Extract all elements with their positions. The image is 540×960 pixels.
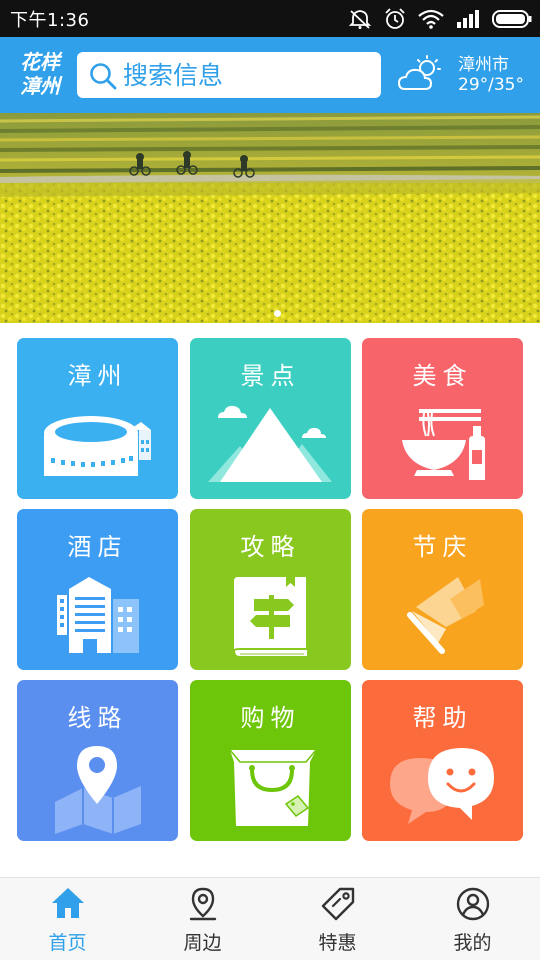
banner-image <box>0 113 540 323</box>
chat-smile-icon <box>390 748 494 824</box>
alarm-icon <box>385 8 405 29</box>
search-icon <box>90 63 117 90</box>
tile-label: 帮助 <box>412 704 473 732</box>
mute-icon <box>348 10 372 29</box>
tile-food[interactable]: 美食 <box>362 338 523 499</box>
tile-hotel[interactable]: 酒店 <box>17 509 178 670</box>
tile-label: 酒店 <box>67 533 128 561</box>
mountain-icon <box>208 405 332 482</box>
tile-zhangzhou[interactable]: 漳州 <box>17 338 178 499</box>
hotel-icon <box>57 577 139 653</box>
tile-festivals[interactable]: 节庆 <box>362 509 523 670</box>
festival-flag-icon <box>407 577 484 654</box>
cloudy-sun-icon <box>397 55 441 90</box>
app-logo: 花样 漳州 <box>16 50 64 100</box>
tile-label: 景点 <box>240 362 301 390</box>
tab-deals[interactable]: 特惠 <box>270 878 405 960</box>
tile-travel-guide[interactable]: 攻略 <box>190 509 351 670</box>
tab-label: 我的 <box>453 932 492 954</box>
price-tag-icon <box>321 887 354 921</box>
search-box[interactable] <box>77 52 381 98</box>
search-input[interactable] <box>123 58 373 92</box>
shopping-bag-icon <box>229 749 317 826</box>
guidebook-icon <box>232 573 309 658</box>
signal-icon <box>457 10 479 28</box>
banner-carousel[interactable] <box>0 113 540 323</box>
user-icon <box>456 887 489 921</box>
tab-label: 周边 <box>183 932 222 954</box>
noodles-bottle-icon <box>402 409 485 480</box>
wifi-icon <box>418 9 444 29</box>
tile-shopping[interactable]: 购物 <box>190 680 351 841</box>
app-header: 花样 漳州 漳州市 29°/35° <box>0 37 540 113</box>
carousel-page-indicator <box>274 310 281 317</box>
tile-label: 线路 <box>67 704 128 732</box>
location-pin-icon <box>189 887 216 921</box>
weather-city: 漳州市 <box>458 55 509 75</box>
logo-line2: 漳州 <box>20 74 60 98</box>
tile-label: 美食 <box>412 362 473 390</box>
tile-scenic-spots[interactable]: 景点 <box>190 338 351 499</box>
tile-label: 购物 <box>240 704 301 732</box>
status-bar: 下午1:36 <box>0 0 540 37</box>
map-pin-icon <box>55 746 141 834</box>
status-time: 下午1:36 <box>10 10 90 31</box>
category-grid: 漳州 景点 美食 酒店 攻略 节庆 线路 购物 帮助 <box>17 338 524 842</box>
tile-help[interactable]: 帮助 <box>362 680 523 841</box>
weather-temperature: 29°/35° <box>458 75 524 95</box>
tab-label: 特惠 <box>318 932 357 954</box>
logo-line1: 花样 <box>20 50 60 74</box>
tile-label: 漳州 <box>67 362 128 390</box>
stadium-icon <box>44 416 151 476</box>
tile-routes[interactable]: 线路 <box>17 680 178 841</box>
tile-label: 攻略 <box>240 533 301 561</box>
status-icons <box>348 7 532 31</box>
tab-label: 首页 <box>48 932 87 954</box>
tile-label: 节庆 <box>412 533 473 561</box>
tab-home[interactable]: 首页 <box>0 878 135 960</box>
bottom-tab-bar: 首页 周边 特惠 我的 <box>0 877 540 960</box>
tab-nearby[interactable]: 周边 <box>135 878 270 960</box>
home-icon <box>51 888 84 918</box>
battery-icon <box>492 10 532 28</box>
tab-mine[interactable]: 我的 <box>405 878 540 960</box>
